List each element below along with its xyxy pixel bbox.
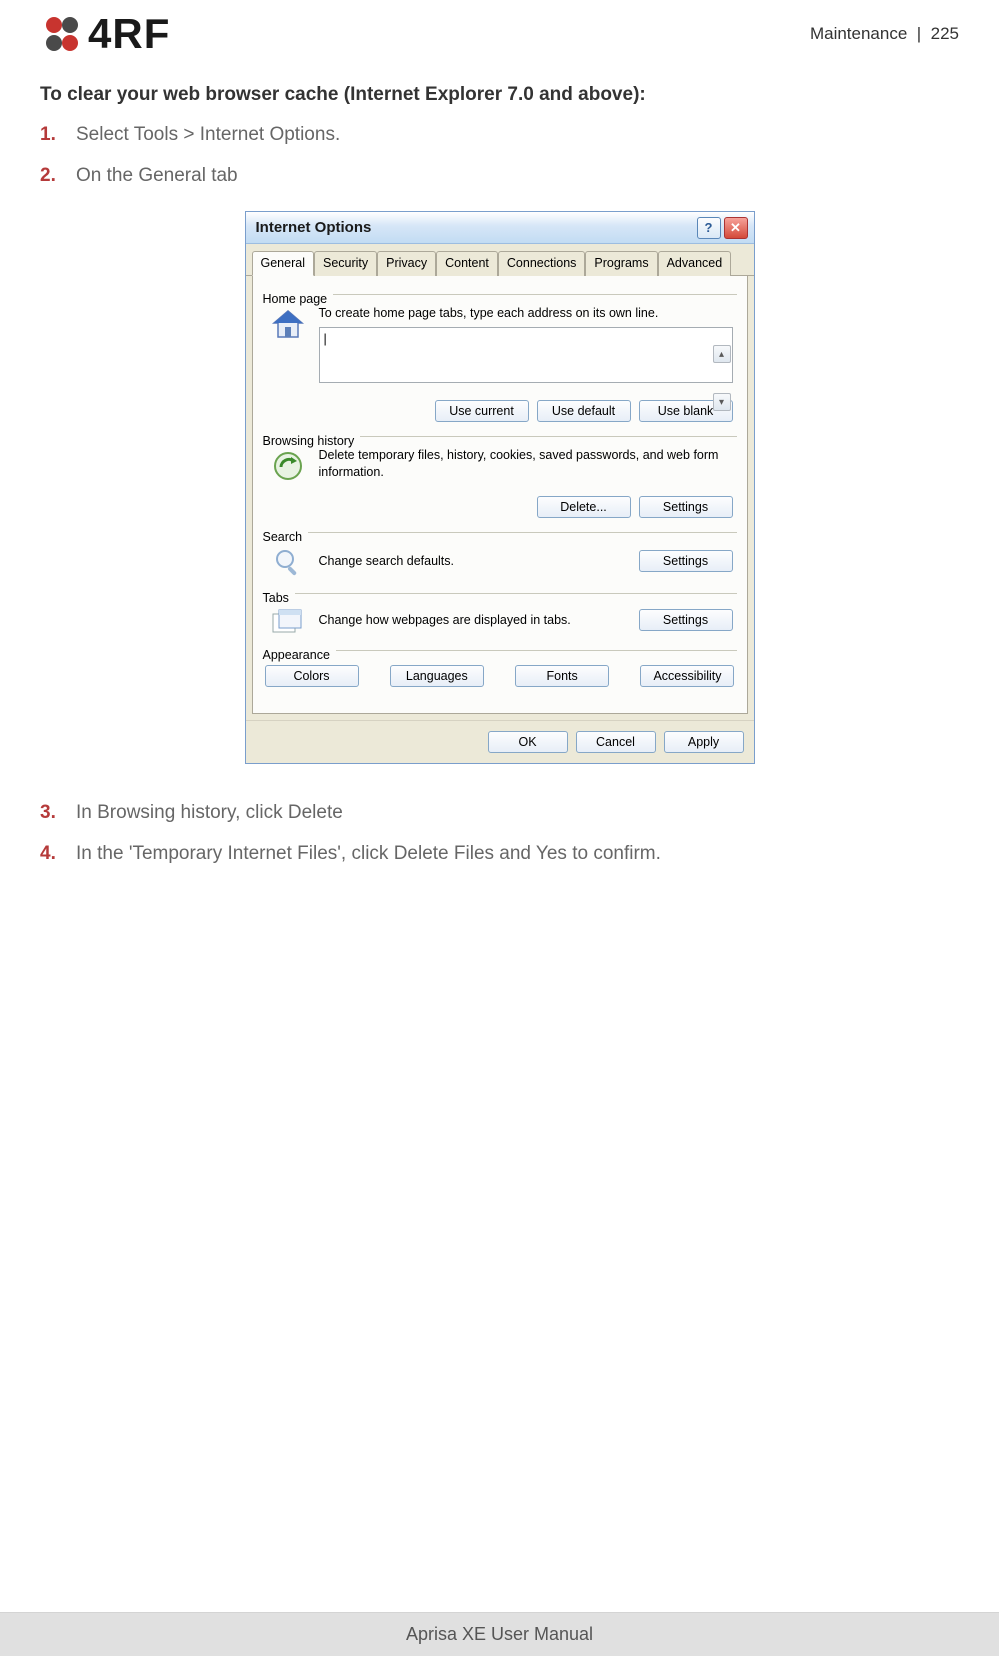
step-1-num: 1. — [40, 122, 62, 149]
logo-text: 4RF — [88, 10, 170, 58]
home-icon — [267, 305, 309, 422]
group-homepage-label: Home page — [263, 292, 334, 306]
step-4-text: In the 'Temporary Internet Files', click… — [76, 841, 661, 868]
step-1-text: Select Tools > Internet Options. — [76, 122, 340, 149]
step-4-num: 4. — [40, 841, 62, 868]
step-2-num: 2. — [40, 163, 62, 190]
search-settings-button[interactable]: Settings — [639, 550, 733, 572]
header-section: Maintenance — [810, 24, 907, 43]
step-2: 2. On the General tab — [40, 163, 959, 190]
tab-programs[interactable]: Programs — [585, 251, 657, 276]
tabs-desc: Change how webpages are displayed in tab… — [319, 612, 629, 628]
group-browsing-history: Browsing history Delete temporary files,… — [263, 436, 737, 518]
group-search: Search Change search defaults. Settings — [263, 532, 737, 579]
step-1: 1. Select Tools > Internet Options. — [40, 122, 959, 149]
tabs-settings-button[interactable]: Settings — [639, 609, 733, 631]
fonts-button[interactable]: Fonts — [515, 665, 609, 687]
internet-options-dialog: Internet Options ? ✕ General Security Pr… — [245, 211, 755, 764]
dialog-titlebar: Internet Options ? ✕ — [246, 212, 754, 244]
step-4: 4. In the 'Temporary Internet Files', cl… — [40, 841, 959, 868]
homepage-desc: To create home page tabs, type each addr… — [319, 305, 733, 321]
page-footer: Aprisa XE User Manual — [0, 1612, 999, 1656]
instruction-heading: To clear your web browser cache (Interne… — [40, 84, 959, 106]
tab-row: General Security Privacy Content Connect… — [246, 244, 754, 276]
history-settings-button[interactable]: Settings — [639, 496, 733, 518]
group-history-label: Browsing history — [263, 434, 361, 448]
logo-icon — [40, 12, 84, 56]
dialog-footer: OK Cancel Apply — [246, 720, 754, 763]
accessibility-button[interactable]: Accessibility — [640, 665, 734, 687]
group-tabs-label: Tabs — [263, 591, 295, 605]
delete-button[interactable]: Delete... — [537, 496, 631, 518]
step-3: 3. In Browsing history, click Delete — [40, 800, 959, 827]
languages-button[interactable]: Languages — [390, 665, 484, 687]
group-appearance-label: Appearance — [263, 648, 336, 662]
tab-connections[interactable]: Connections — [498, 251, 586, 276]
colors-button[interactable]: Colors — [265, 665, 359, 687]
header-page-num: 225 — [931, 24, 959, 43]
tab-content[interactable]: Content — [436, 251, 498, 276]
logo: 4RF — [40, 10, 170, 58]
group-search-label: Search — [263, 530, 309, 544]
group-appearance: Appearance Colors Languages Fonts Access… — [263, 650, 737, 687]
scroll-down-icon[interactable]: ▾ — [713, 393, 731, 411]
homepage-input[interactable] — [319, 327, 733, 383]
header-page-info: Maintenance | 225 — [810, 24, 959, 44]
group-tabs: Tabs Change how webpages are displayed i… — [263, 593, 737, 636]
header-sep: | — [917, 24, 921, 43]
cancel-button[interactable]: Cancel — [576, 731, 656, 753]
use-current-button[interactable]: Use current — [435, 400, 529, 422]
search-desc: Change search defaults. — [319, 553, 629, 569]
close-icon[interactable]: ✕ — [724, 217, 748, 239]
tabs-icon — [267, 604, 309, 636]
history-icon — [267, 447, 309, 518]
search-icon — [267, 543, 309, 579]
tab-privacy[interactable]: Privacy — [377, 251, 436, 276]
help-icon[interactable]: ? — [697, 217, 721, 239]
group-homepage: Home page To create home page tabs, type… — [263, 294, 737, 422]
tab-advanced[interactable]: Advanced — [658, 251, 732, 276]
ok-button[interactable]: OK — [488, 731, 568, 753]
step-3-text: In Browsing history, click Delete — [76, 800, 343, 827]
apply-button[interactable]: Apply — [664, 731, 744, 753]
use-default-button[interactable]: Use default — [537, 400, 631, 422]
step-2-text: On the General tab — [76, 163, 238, 190]
tab-security[interactable]: Security — [314, 251, 377, 276]
dialog-title: Internet Options — [256, 219, 372, 236]
history-desc: Delete temporary files, history, cookies… — [319, 447, 733, 480]
scroll-up-icon[interactable]: ▴ — [713, 345, 731, 363]
step-3-num: 3. — [40, 800, 62, 827]
tab-general[interactable]: General — [252, 251, 314, 276]
